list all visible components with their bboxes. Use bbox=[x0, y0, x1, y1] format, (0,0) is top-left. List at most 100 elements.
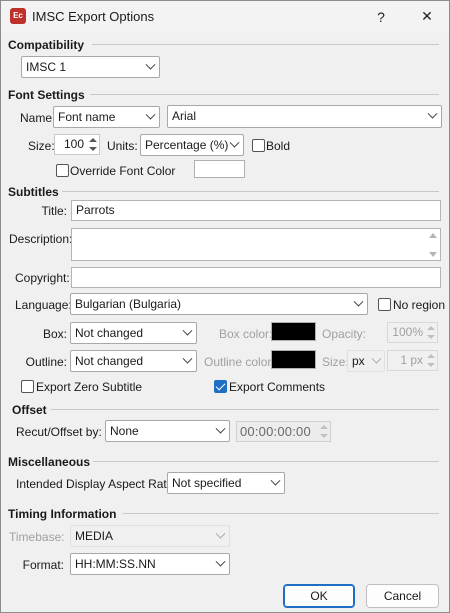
title-value: Parrots bbox=[76, 203, 115, 217]
ok-button[interactable]: OK bbox=[283, 584, 355, 608]
compatibility-value: IMSC 1 bbox=[26, 60, 67, 74]
override-font-color-label[interactable]: Override Font Color bbox=[70, 164, 175, 178]
chevron-down-icon bbox=[145, 109, 156, 120]
divider bbox=[93, 461, 439, 462]
export-comments-checkbox[interactable] bbox=[214, 380, 227, 393]
outline-select[interactable]: Not changed bbox=[70, 350, 197, 372]
offset-time-stepper[interactable]: 00:00:00:00 bbox=[236, 421, 331, 442]
section-compatibility: Compatibility bbox=[8, 38, 85, 52]
cancel-button[interactable]: Cancel bbox=[366, 584, 439, 608]
copyright-label: Copyright: bbox=[15, 271, 70, 285]
description-label: Description: bbox=[9, 232, 73, 246]
outline-size-unit-value: px bbox=[352, 354, 365, 368]
recut-offset-label: Recut/Offset by: bbox=[16, 425, 102, 439]
section-miscellaneous: Miscellaneous bbox=[8, 455, 91, 469]
chevron-down-icon bbox=[215, 528, 226, 539]
language-select[interactable]: Bulgarian (Bulgaria) bbox=[70, 293, 368, 315]
chevron-down-icon bbox=[229, 137, 240, 148]
format-label: Format: bbox=[22, 558, 64, 572]
section-font-settings: Font Settings bbox=[8, 88, 85, 102]
description-scrollbar[interactable] bbox=[427, 230, 439, 260]
aspect-ratio-value: Not specified bbox=[172, 476, 242, 490]
language-value: Bulgarian (Bulgaria) bbox=[75, 297, 182, 311]
units-select[interactable]: Percentage (%) bbox=[140, 134, 244, 156]
section-offset: Offset bbox=[12, 403, 47, 417]
spin-arrows-icon[interactable] bbox=[319, 423, 329, 440]
divider bbox=[90, 94, 439, 95]
spin-arrows-icon[interactable] bbox=[426, 324, 436, 341]
chevron-down-icon bbox=[270, 475, 281, 486]
outline-size-unit-select[interactable]: px bbox=[347, 350, 385, 372]
no-region-label[interactable]: No region bbox=[393, 298, 445, 312]
font-name-type-select[interactable]: Font name bbox=[53, 106, 160, 128]
export-zero-subtitle-label[interactable]: Export Zero Subtitle bbox=[36, 380, 142, 394]
chevron-down-icon bbox=[215, 423, 226, 434]
compatibility-select[interactable]: IMSC 1 bbox=[21, 56, 160, 78]
export-zero-subtitle-checkbox[interactable] bbox=[21, 380, 34, 393]
divider bbox=[62, 191, 439, 192]
spin-arrows-icon[interactable] bbox=[88, 136, 98, 153]
units-value: Percentage (%) bbox=[145, 138, 229, 152]
format-select[interactable]: HH:MM:SS.NN bbox=[70, 553, 230, 575]
section-timing-information: Timing Information bbox=[8, 507, 117, 521]
no-region-checkbox[interactable] bbox=[378, 298, 391, 311]
override-font-color-checkbox[interactable] bbox=[56, 164, 69, 177]
close-icon: ✕ bbox=[421, 8, 433, 24]
offset-time-value: 00:00:00:00 bbox=[240, 424, 311, 439]
spin-arrows-icon[interactable] bbox=[426, 352, 436, 369]
bold-label[interactable]: Bold bbox=[266, 139, 290, 153]
recut-offset-value: None bbox=[110, 424, 139, 438]
divider bbox=[92, 44, 439, 45]
recut-offset-select[interactable]: None bbox=[105, 420, 230, 442]
box-color-swatch[interactable] bbox=[271, 322, 316, 341]
font-name-type-value: Font name bbox=[58, 110, 116, 124]
aspect-ratio-label: Intended Display Aspect Ratio: bbox=[16, 477, 180, 491]
font-family-value: Arial bbox=[172, 109, 197, 123]
outline-value: Not changed bbox=[75, 354, 144, 368]
title-input[interactable]: Parrots bbox=[71, 200, 441, 221]
outline-size-value: 1 px bbox=[400, 353, 423, 367]
outline-size-label: Size: bbox=[322, 355, 349, 369]
help-icon: ? bbox=[377, 8, 385, 25]
export-comments-label[interactable]: Export Comments bbox=[229, 380, 325, 394]
outline-size-stepper[interactable]: 1 px bbox=[387, 350, 438, 371]
outline-color-swatch[interactable] bbox=[271, 350, 316, 369]
opacity-stepper[interactable]: 100% bbox=[387, 322, 438, 343]
chevron-down-icon bbox=[427, 108, 438, 119]
override-font-color-swatch[interactable] bbox=[194, 160, 245, 178]
box-select[interactable]: Not changed bbox=[70, 322, 197, 344]
description-textarea[interactable] bbox=[71, 228, 441, 261]
outline-label: Outline: bbox=[25, 355, 67, 369]
box-value: Not changed bbox=[75, 326, 144, 340]
box-color-label: Box color: bbox=[219, 327, 273, 341]
font-size-stepper[interactable]: 100 bbox=[54, 134, 100, 155]
format-value: HH:MM:SS.NN bbox=[75, 557, 156, 571]
font-size-label: Size: bbox=[28, 139, 55, 153]
timebase-label: Timebase: bbox=[9, 530, 65, 544]
bold-checkbox[interactable] bbox=[252, 139, 265, 152]
font-family-select[interactable]: Arial bbox=[167, 105, 442, 128]
divider bbox=[123, 513, 439, 514]
divider bbox=[51, 409, 439, 410]
timebase-select[interactable]: MEDIA bbox=[70, 525, 230, 547]
chevron-down-icon bbox=[182, 353, 193, 364]
section-subtitles: Subtitles bbox=[8, 185, 59, 199]
opacity-label: Opacity: bbox=[322, 327, 367, 341]
font-name-label: Name: bbox=[20, 111, 56, 125]
chevron-down-icon bbox=[353, 296, 364, 307]
title-label: Title: bbox=[41, 204, 67, 218]
timebase-value: MEDIA bbox=[75, 529, 114, 543]
copyright-input[interactable] bbox=[71, 267, 441, 288]
font-size-value: 100 bbox=[63, 137, 84, 151]
title-bar[interactable]: Ec IMSC Export Options ? ✕ bbox=[1, 1, 449, 32]
aspect-ratio-select[interactable]: Not specified bbox=[167, 472, 285, 494]
close-button[interactable]: ✕ bbox=[404, 1, 450, 32]
chevron-down-icon bbox=[182, 325, 193, 336]
chevron-down-icon bbox=[371, 353, 382, 364]
units-label: Units: bbox=[107, 139, 138, 153]
opacity-value: 100% bbox=[392, 325, 423, 339]
window-title: IMSC Export Options bbox=[32, 9, 155, 24]
help-button[interactable]: ? bbox=[358, 1, 404, 32]
app-icon: Ec bbox=[10, 8, 26, 24]
box-label: Box: bbox=[42, 327, 67, 341]
